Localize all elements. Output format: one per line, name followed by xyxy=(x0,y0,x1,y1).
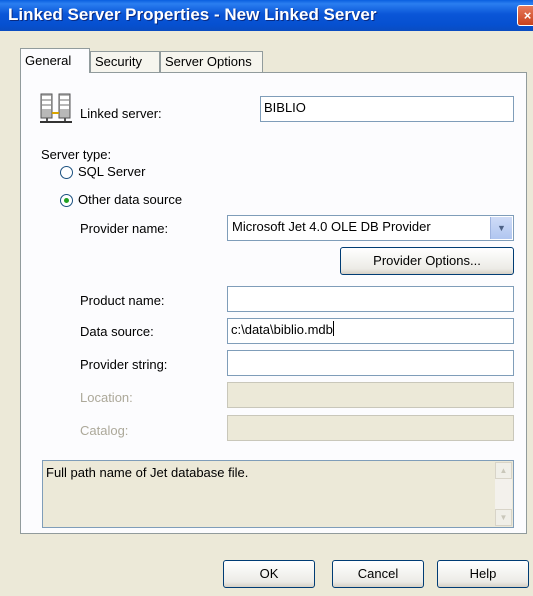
scroll-down-icon[interactable]: ▼ xyxy=(495,509,512,526)
data-source-label: Data source: xyxy=(80,324,154,339)
tab-general[interactable]: General xyxy=(20,48,90,73)
location-label: Location: xyxy=(80,390,133,405)
text-caret xyxy=(332,321,334,336)
tab-server-options[interactable]: Server Options xyxy=(160,51,263,72)
close-button[interactable]: × xyxy=(517,5,533,26)
provider-name-label: Provider name: xyxy=(80,221,169,236)
linked-server-input[interactable]: BIBLIO xyxy=(260,96,514,122)
sql-server-radio-label[interactable]: SQL Server xyxy=(78,164,145,179)
help-button[interactable]: Help xyxy=(437,560,529,588)
ok-button[interactable]: OK xyxy=(223,560,315,588)
chevron-down-icon[interactable]: ▼ xyxy=(490,217,512,239)
catalog-label: Catalog: xyxy=(80,423,129,438)
provider-options-button[interactable]: Provider Options... xyxy=(340,247,514,275)
linked-server-label: Linked server: xyxy=(80,106,162,121)
window-title: Linked Server Properties - New Linked Se… xyxy=(8,5,377,24)
description-box: Full path name of Jet database file. ▲ ▼ xyxy=(42,460,514,528)
location-input xyxy=(227,382,514,408)
scroll-up-icon[interactable]: ▲ xyxy=(495,462,512,479)
dialog-window: Linked Server Properties - New Linked Se… xyxy=(0,0,533,596)
data-source-input[interactable]: c:\data\biblio.mdb xyxy=(227,318,514,344)
catalog-input xyxy=(227,415,514,441)
title-bar[interactable]: Linked Server Properties - New Linked Se… xyxy=(0,0,533,31)
other-data-source-radio-label[interactable]: Other data source xyxy=(78,192,182,207)
product-name-input[interactable] xyxy=(227,286,514,312)
provider-name-value: Microsoft Jet 4.0 OLE DB Provider xyxy=(232,219,431,234)
tab-security[interactable]: Security xyxy=(90,51,160,72)
other-data-source-radio[interactable] xyxy=(60,194,73,207)
provider-name-select[interactable]: Microsoft Jet 4.0 OLE DB Provider ▼ xyxy=(227,215,514,241)
server-type-label: Server type: xyxy=(41,147,112,162)
server-icon xyxy=(40,93,72,123)
data-source-value: c:\data\biblio.mdb xyxy=(231,322,333,337)
description-scrollbar[interactable]: ▲ ▼ xyxy=(495,462,512,526)
provider-string-label: Provider string: xyxy=(80,357,168,372)
description-text: Full path name of Jet database file. xyxy=(46,465,249,480)
provider-string-input[interactable] xyxy=(227,350,514,376)
cancel-button[interactable]: Cancel xyxy=(332,560,424,588)
sql-server-radio[interactable] xyxy=(60,166,73,179)
product-name-label: Product name: xyxy=(80,293,165,308)
